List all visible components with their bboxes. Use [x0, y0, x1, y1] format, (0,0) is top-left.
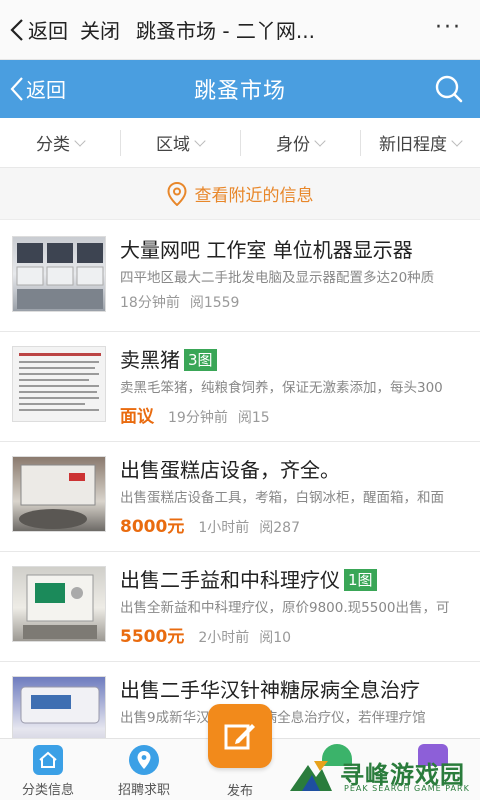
publish-button[interactable]: [208, 704, 272, 768]
search-icon[interactable]: [434, 74, 464, 108]
filter-label: 新旧程度: [379, 135, 447, 155]
item-meta: 5500元 2小时前 阅10: [120, 622, 291, 647]
location-pin-icon: [166, 181, 187, 206]
item-title: 出售二手华汉针神糖尿病全息治疗: [120, 674, 420, 703]
item-views: 阅1559: [189, 295, 240, 311]
watermark-subtext: PEAK SEARCH GAME PARK: [344, 784, 470, 793]
item-title-text: 卖黑猪: [120, 348, 180, 372]
item-title-text: 大量网吧 工作室 单位机器显示器: [120, 238, 413, 262]
item-meta: 面议 19分钟前 阅15: [120, 402, 270, 427]
chevron-down-icon: [194, 134, 206, 147]
item-title-text: 出售二手益和中科理疗仪: [120, 568, 340, 592]
item-time: 1小时前: [198, 520, 250, 536]
app-header: 返回 跳蚤市场: [0, 60, 480, 118]
image-count-badge: 1图: [344, 569, 377, 591]
filter-label: 身份: [276, 135, 310, 155]
filter-label: 分类: [36, 135, 70, 155]
publish-label: 发布: [226, 784, 253, 799]
more-menu-icon[interactable]: ···: [435, 17, 462, 39]
item-description: 出售全新益和中科理疗仪，原价9800.现5500出售，可: [120, 600, 450, 616]
item-views: 阅10: [259, 630, 292, 646]
filter-label: 区域: [156, 135, 190, 155]
chevron-down-icon: [74, 134, 86, 147]
nav-label: 招聘求职: [117, 783, 170, 798]
item-meta: 18分钟前 阅1559: [120, 292, 239, 312]
location-pin-icon: [129, 745, 159, 775]
watermark-logo: 寻峰游戏园 PEAK SEARCH GAME PARK: [288, 752, 476, 798]
nearby-info-link[interactable]: 查看附近的信息: [0, 168, 480, 220]
filter-identity[interactable]: 身份: [240, 118, 360, 167]
item-title-text: 出售蛋糕店设备，齐全。: [120, 458, 340, 482]
item-thumbnail: [12, 566, 106, 642]
item-description: 出售蛋糕店设备工具，考箱，白钢冰柜，醒面箱，和面: [120, 490, 444, 506]
filter-bar: 分类 区域 身份 新旧程度: [0, 118, 480, 168]
list-item[interactable]: 大量网吧 工作室 单位机器显示器 四平地区最大二手批发电脑及显示器配置多达20种…: [0, 222, 480, 332]
browser-back-label: 返回: [28, 19, 68, 43]
list-item[interactable]: 卖黑猪 3图 卖黑毛笨猪，纯粮食饲养，保证无激素添加，每头300 面议 19分钟前…: [0, 332, 480, 442]
item-title: 出售蛋糕店设备，齐全。: [120, 454, 340, 483]
item-title-text: 出售二手华汉针神糖尿病全息治疗: [120, 678, 420, 702]
home-icon: [33, 745, 63, 775]
item-description: 出售9成新华汉针神糖尿病全息治疗仪，若伴理疗馆: [120, 710, 426, 726]
nearby-label: 查看附近的信息: [194, 186, 314, 206]
image-count-badge: 3图: [184, 349, 217, 371]
item-price: 面议: [120, 407, 154, 427]
nav-item-classified[interactable]: 分类信息: [8, 745, 88, 798]
list-item[interactable]: 出售蛋糕店设备，齐全。 出售蛋糕店设备工具，考箱，白钢冰柜，醒面箱，和面 800…: [0, 442, 480, 552]
item-description: 四平地区最大二手批发电脑及显示器配置多达20种质: [120, 270, 435, 286]
item-title: 卖黑猪 3图: [120, 344, 217, 373]
browser-back-button[interactable]: 返回: [10, 15, 68, 44]
chevron-left-icon: [10, 76, 23, 101]
browser-toolbar: 返回 关闭 跳蚤市场 - 二丫网... ···: [0, 0, 480, 60]
nav-label: 分类信息: [21, 783, 74, 798]
item-meta: 8000元 1小时前 阅287: [120, 512, 300, 537]
item-thumbnail: [12, 236, 106, 312]
app-back-button[interactable]: 返回: [10, 74, 66, 103]
chevron-down-icon: [451, 134, 463, 147]
edit-icon: [224, 724, 255, 750]
browser-page-title: 跳蚤市场 - 二丫网...: [136, 19, 316, 43]
item-thumbnail: [12, 456, 106, 532]
item-time: 18分钟前: [120, 295, 180, 311]
item-price: 8000元: [120, 517, 185, 537]
chevron-left-icon: [10, 18, 23, 41]
item-title: 出售二手益和中科理疗仪 1图: [120, 564, 377, 593]
item-thumbnail: [12, 346, 106, 422]
mountain-logo-icon: [290, 761, 332, 791]
page-title: 跳蚤市场: [193, 79, 286, 104]
filter-region[interactable]: 区域: [120, 118, 240, 167]
browser-close-button[interactable]: 关闭: [80, 15, 120, 44]
item-description: 卖黑毛笨猪，纯粮食饲养，保证无激素添加，每头300: [120, 380, 443, 396]
item-views: 阅15: [237, 410, 270, 426]
item-views: 阅287: [259, 520, 300, 536]
list-item[interactable]: 出售二手益和中科理疗仪 1图 出售全新益和中科理疗仪，原价9800.现5500出售…: [0, 552, 480, 662]
filter-category[interactable]: 分类: [0, 118, 120, 167]
listing-list: 大量网吧 工作室 单位机器显示器 四平地区最大二手批发电脑及显示器配置多达20种…: [0, 222, 480, 772]
chevron-down-icon: [314, 134, 326, 147]
item-time: 19分钟前: [168, 410, 228, 426]
item-time: 2小时前: [198, 630, 250, 646]
item-price: 5500元: [120, 627, 185, 647]
nav-item-jobs[interactable]: 招聘求职: [104, 745, 184, 798]
item-title: 大量网吧 工作室 单位机器显示器: [120, 234, 413, 263]
app-back-label: 返回: [26, 78, 66, 102]
filter-condition[interactable]: 新旧程度: [360, 118, 480, 167]
